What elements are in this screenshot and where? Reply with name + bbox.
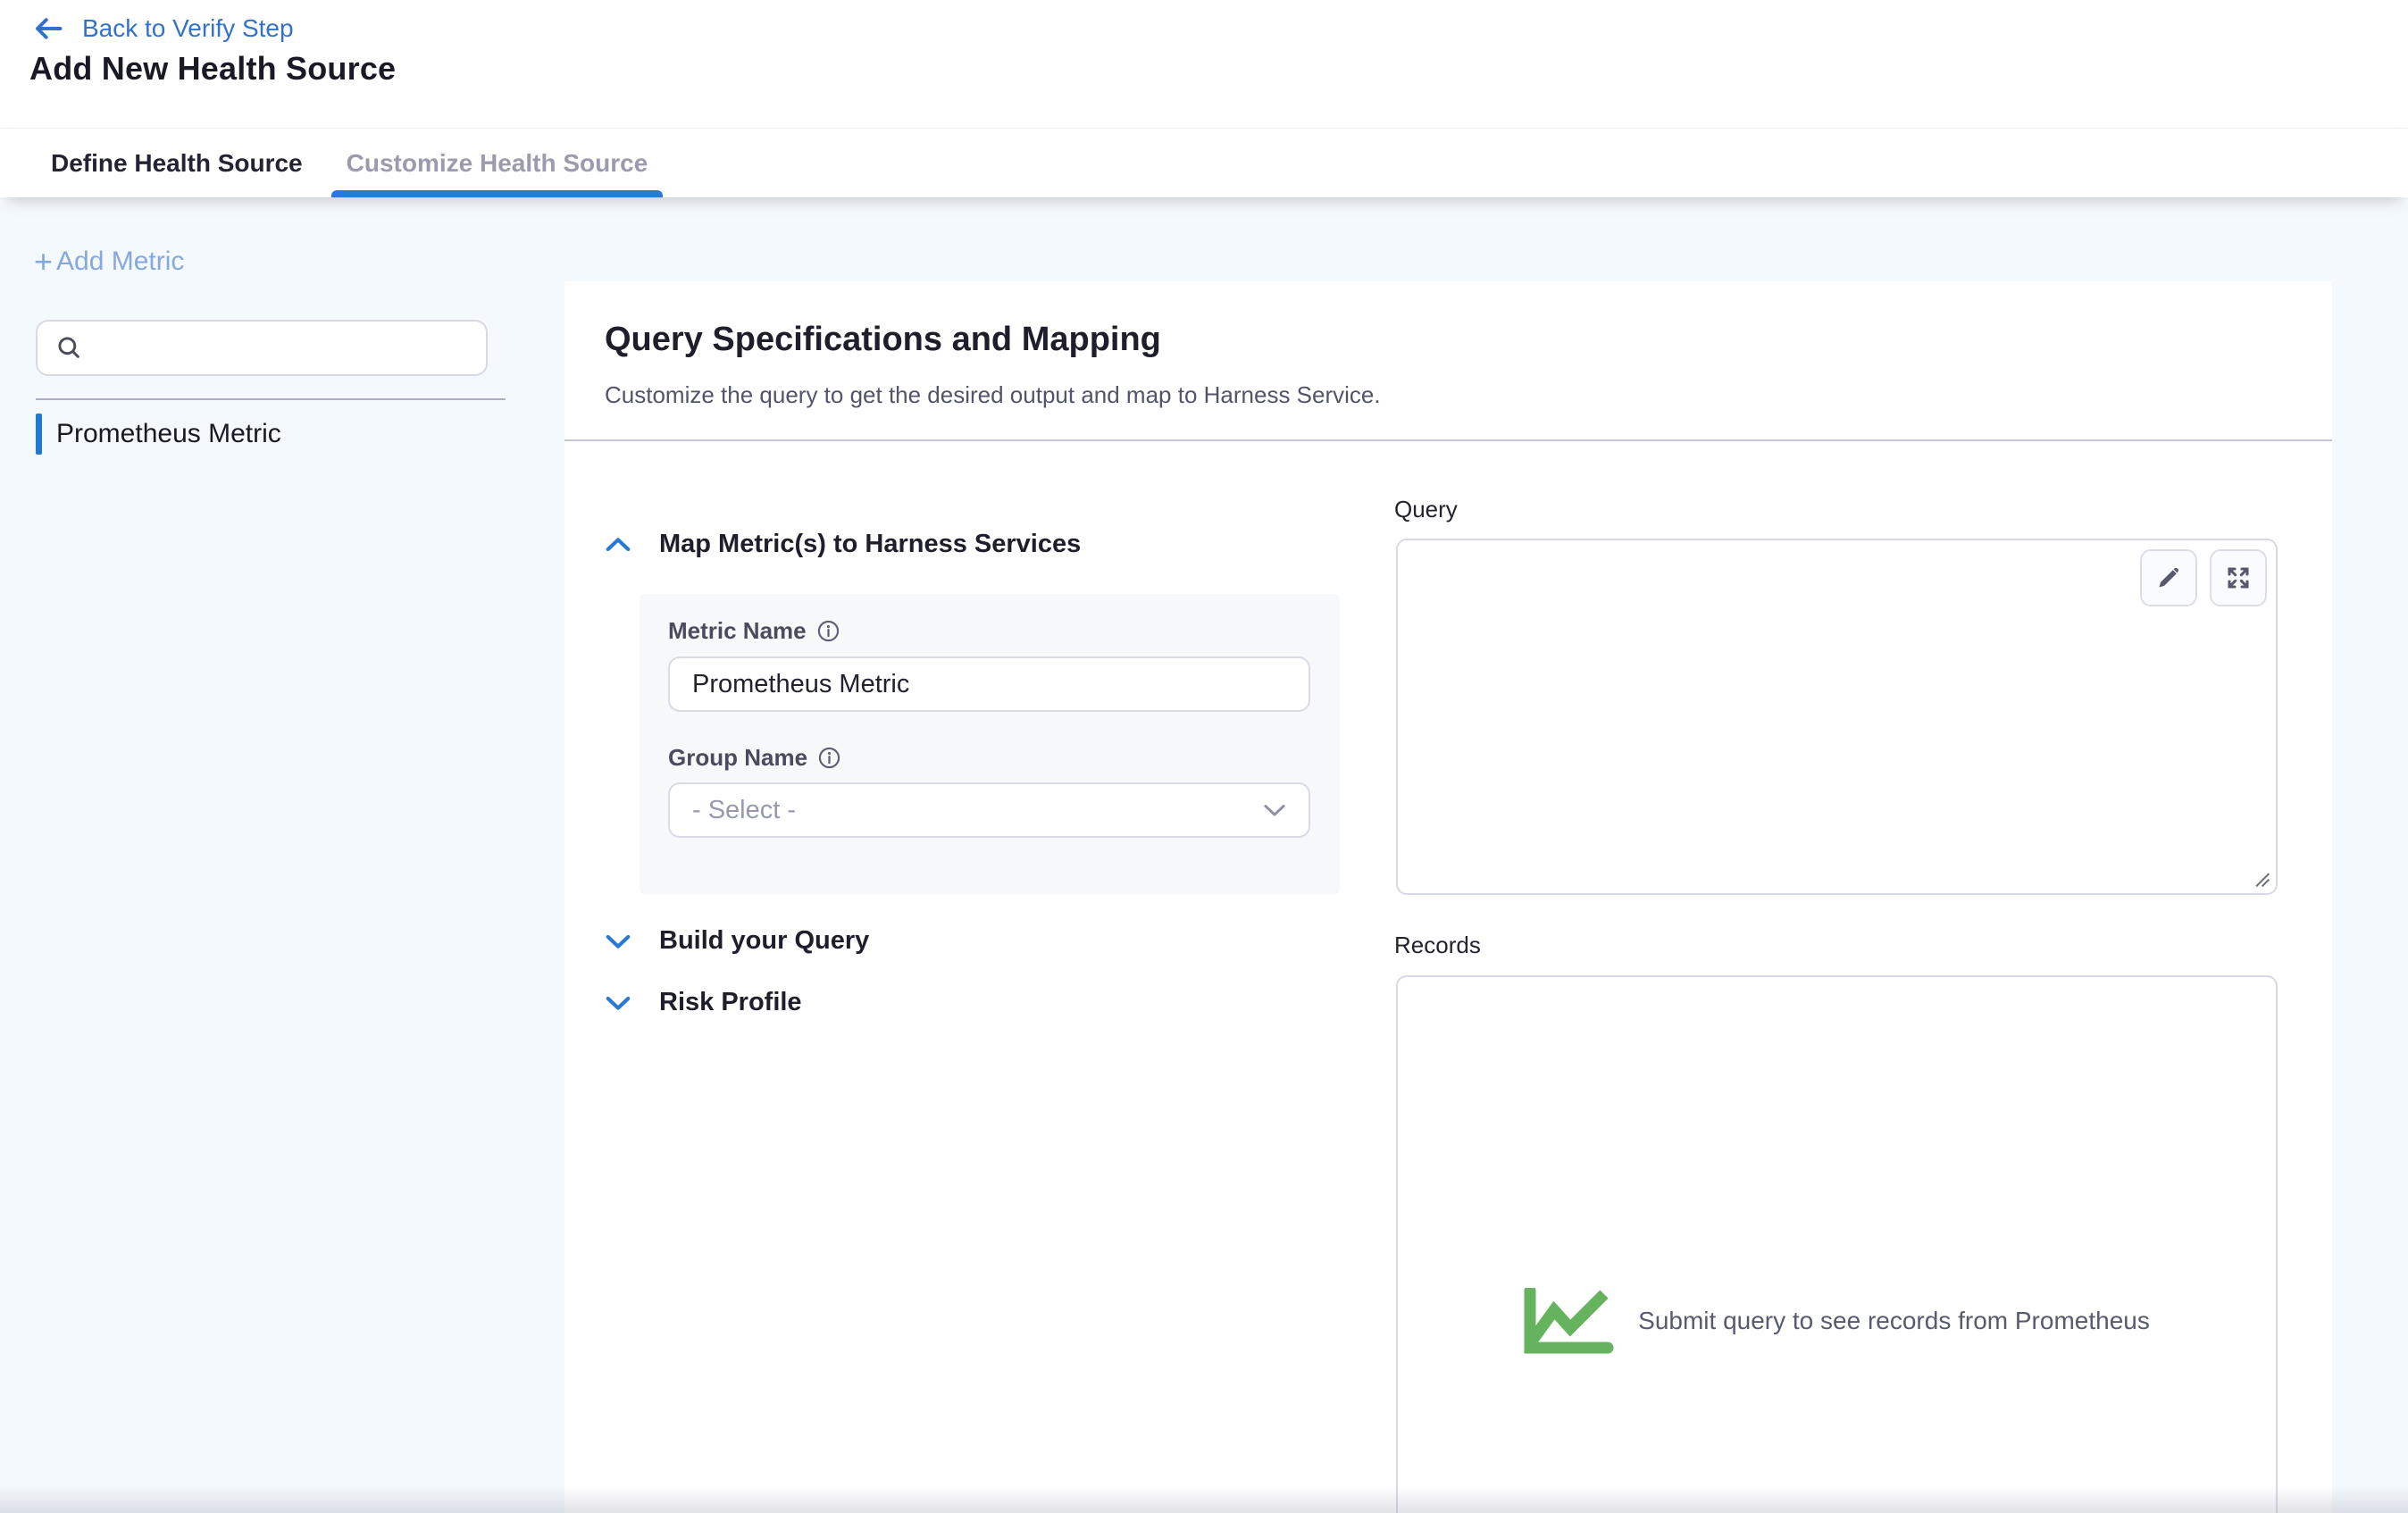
- records-empty-state: Submit query to see records from Prometh…: [1398, 1288, 2276, 1354]
- section-title: Risk Profile: [659, 988, 802, 1017]
- arrow-left-icon: [32, 15, 64, 42]
- query-textarea[interactable]: [1396, 539, 2278, 895]
- fullscreen-icon: [2224, 564, 2253, 592]
- records-panel: Submit query to see records from Prometh…: [1396, 975, 2278, 1513]
- info-icon[interactable]: [816, 619, 840, 643]
- chevron-down-icon: [1263, 802, 1286, 818]
- sidebar-item-prometheus-metric[interactable]: Prometheus Metric: [36, 412, 511, 456]
- add-metric-button[interactable]: + Add Metric: [34, 247, 184, 277]
- metric-name-label-text: Metric Name: [668, 617, 807, 645]
- metric-name-input[interactable]: [668, 656, 1310, 712]
- panel-heading: Query Specifications and Mapping: [605, 321, 1161, 359]
- page-title: Add New Health Source: [29, 50, 396, 88]
- section-title: Build your Query: [659, 926, 869, 956]
- section-title: Map Metric(s) to Harness Services: [659, 530, 1081, 559]
- tab-define-health-source[interactable]: Define Health Source: [51, 129, 303, 197]
- chevron-up-icon: [606, 536, 631, 554]
- metric-name-label: Metric Name: [668, 617, 840, 645]
- section-map-metrics-to-harness-services[interactable]: Map Metric(s) to Harness Services: [606, 530, 1081, 559]
- tab-customize-health-source[interactable]: Customize Health Source: [347, 129, 648, 197]
- add-metric-label: Add Metric: [56, 247, 184, 277]
- tab-bar: Define Health Source Customize Health So…: [0, 128, 2408, 197]
- query-specifications-panel: Query Specifications and Mapping Customi…: [564, 281, 2332, 1513]
- chevron-down-icon: [606, 994, 631, 1012]
- selected-indicator-bar: [36, 414, 42, 455]
- search-icon: [55, 334, 84, 363]
- group-name-label: Group Name: [668, 744, 841, 772]
- metric-item-label: Prometheus Metric: [56, 419, 281, 449]
- page-header: Back to Verify Step Add New Health Sourc…: [0, 0, 2408, 128]
- sidebar-divider: [36, 398, 506, 400]
- records-label: Records: [1394, 932, 1481, 959]
- expand-query-button[interactable]: [2210, 549, 2267, 606]
- group-name-label-text: Group Name: [668, 744, 807, 772]
- panel-subheading: Customize the query to get the desired o…: [605, 381, 1381, 409]
- metrics-sidebar: + Add Metric Prometheus Metric: [0, 197, 564, 1513]
- query-label: Query: [1394, 496, 1458, 523]
- select-placeholder: - Select -: [692, 796, 796, 825]
- back-link-label: Back to Verify Step: [82, 14, 294, 43]
- back-to-verify-step-link[interactable]: Back to Verify Step: [32, 14, 294, 43]
- panel-divider: [564, 439, 2332, 441]
- resize-handle[interactable]: [2248, 865, 2271, 889]
- section-risk-profile[interactable]: Risk Profile: [606, 988, 802, 1017]
- pencil-icon: [2154, 564, 2183, 592]
- chevron-down-icon: [606, 932, 631, 950]
- group-name-select[interactable]: - Select -: [668, 782, 1310, 838]
- section-build-your-query[interactable]: Build your Query: [606, 926, 869, 956]
- info-icon[interactable]: [817, 746, 841, 770]
- records-empty-message: Submit query to see records from Prometh…: [1638, 1307, 2150, 1335]
- metric-search-input[interactable]: [84, 322, 486, 374]
- edit-query-button[interactable]: [2140, 549, 2197, 606]
- line-chart-icon: [1524, 1288, 1615, 1354]
- plus-icon: +: [34, 248, 53, 275]
- metric-search-field[interactable]: [36, 320, 488, 376]
